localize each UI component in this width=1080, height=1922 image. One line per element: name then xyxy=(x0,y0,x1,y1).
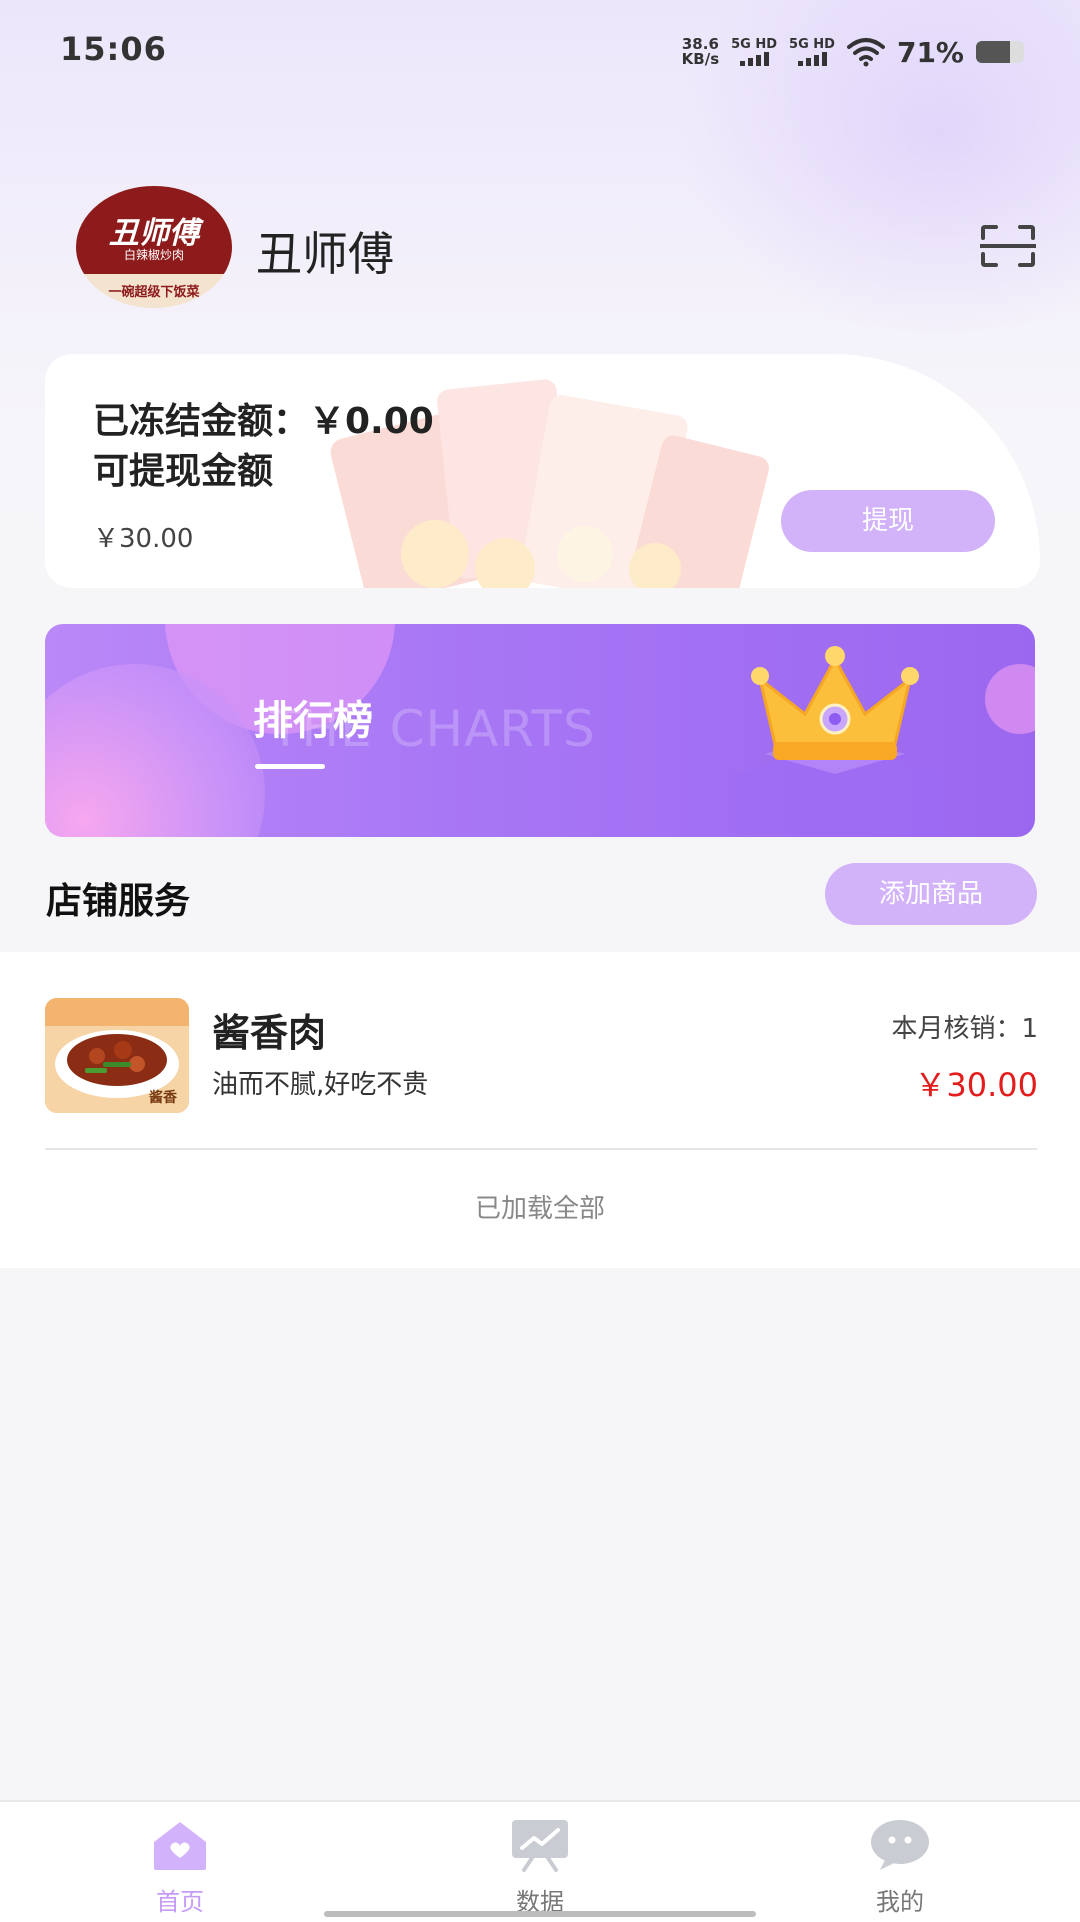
add-product-button[interactable]: 添加商品 xyxy=(825,863,1037,925)
status-time: 15:06 xyxy=(60,30,167,68)
bottom-nav: 首页 数据 我的 xyxy=(0,1800,1080,1922)
divider xyxy=(45,1148,1037,1150)
shop-avatar[interactable]: 丑师傅 白辣椒炒肉 一碗超级下饭菜 xyxy=(76,186,232,308)
product-name: 酱香肉 xyxy=(212,1011,327,1055)
status-indicators: 38.6 KB/s 5G HD 5G HD 71% xyxy=(682,30,1024,74)
nav-home-label: 首页 xyxy=(156,1888,204,1916)
sim1-label: 5G HD xyxy=(731,37,778,52)
network-speed: 38.6 KB/s xyxy=(682,37,719,67)
profile-bubble-icon xyxy=(871,1820,929,1870)
home-indicator[interactable] xyxy=(324,1911,756,1917)
sim1-signal-icon: 5G HD xyxy=(731,38,777,66)
sim2-signal-icon: 5G HD xyxy=(789,38,835,66)
nav-mine[interactable]: 我的 xyxy=(800,1802,1000,1922)
monthly-redeemed: 本月核销：1 xyxy=(891,1014,1038,1044)
product-description: 油而不腻,好吃不贵 xyxy=(212,1070,429,1100)
wifi-icon xyxy=(846,38,885,67)
product-list: 酱香 酱香肉 油而不腻,好吃不贵 本月核销：1 ￥30.00 已加载全部 xyxy=(0,952,1080,1268)
nav-mine-label: 我的 xyxy=(876,1888,924,1916)
crown-icon xyxy=(735,646,945,834)
shop-name: 丑师傅 xyxy=(256,227,394,281)
store-services-title: 店铺服务 xyxy=(46,881,191,922)
frozen-amount: 已冻结金额：￥0.00 xyxy=(93,401,434,442)
home-icon xyxy=(154,1822,206,1870)
charts-banner-title: 排行榜 xyxy=(253,698,373,744)
product-image: 酱香 xyxy=(45,998,189,1113)
avatar-logo-subtitle: 白辣椒炒肉 xyxy=(123,248,184,262)
status-bar: 15:06 38.6 KB/s 5G HD 5G HD 71% xyxy=(0,0,1080,100)
chart-board-icon xyxy=(512,1820,568,1872)
avatar-logo-bottom: 一碗超级下饭菜 xyxy=(108,285,200,300)
scan-icon[interactable] xyxy=(980,224,1036,268)
balance-card: 已冻结金额：￥0.00 可提现金额 ￥30.00 提现 xyxy=(45,354,1040,588)
sim2-label: 5G HD xyxy=(789,37,835,52)
withdrawable-amount: ￥30.00 xyxy=(93,524,194,554)
withdraw-button[interactable]: 提现 xyxy=(781,490,995,552)
charts-title-underline xyxy=(255,764,325,769)
battery-percent: 71% xyxy=(896,35,964,69)
withdrawable-label: 可提现金额 xyxy=(93,451,274,492)
nav-home[interactable]: 首页 xyxy=(80,1802,280,1922)
product-image-label: 酱香 xyxy=(149,1090,177,1106)
network-speed-unit: KB/s xyxy=(681,50,720,68)
product-price: ￥30.00 xyxy=(914,1066,1038,1104)
nav-data[interactable]: 数据 xyxy=(440,1802,640,1922)
loaded-all-text: 已加载全部 xyxy=(474,1194,605,1224)
red-envelope-decoration-icon xyxy=(330,379,769,588)
charts-banner[interactable]: THE CHARTS 排行榜 xyxy=(45,624,1035,837)
battery-icon xyxy=(976,41,1024,63)
